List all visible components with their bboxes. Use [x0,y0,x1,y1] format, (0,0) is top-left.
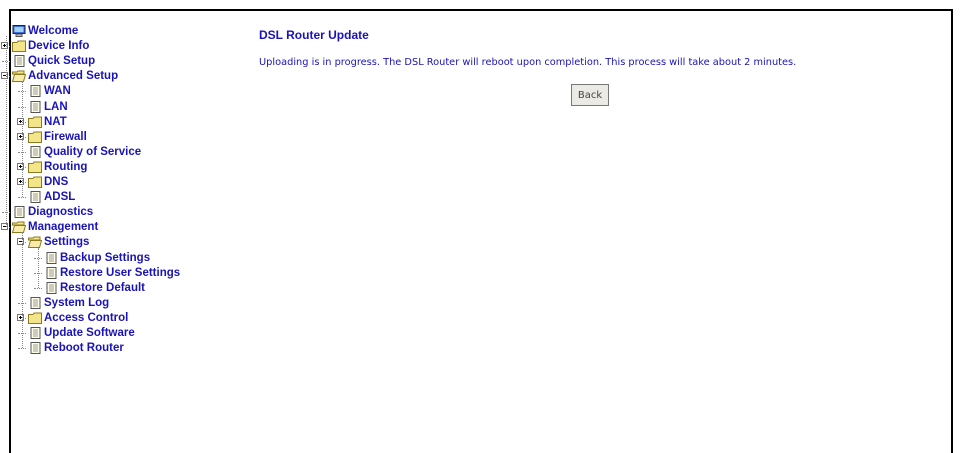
page-icon [44,266,58,279]
tree-guide-line [22,81,23,198]
page-icon [28,296,42,309]
nav-item-label: Diagnostics [28,206,94,219]
nav-item-label: Routing [44,160,88,173]
nav-item-label: Update Software [44,327,135,339]
nav-item-label: DNS [44,176,69,188]
folder-icon [28,131,42,143]
folder-icon [12,40,26,53]
nav-item-label: Backup Settings [60,251,151,264]
folder-open-icon [11,70,27,83]
nav-item-label: Device Info [28,40,90,53]
nav-item-label: Restore User Settings [60,266,181,279]
nav-item-label: Quality of Service [44,145,142,158]
tree-guide-line [6,36,7,228]
nav-item-label: LAN [44,100,68,113]
tree-guide-line [38,247,39,288]
page-icon [28,85,42,98]
tree-guide-line [22,232,23,349]
page-icon [44,281,58,294]
folder-icon [28,161,42,173]
status-message: Uploading is in progress. The DSL Router… [259,57,797,68]
nav-item-label: Management [28,221,99,234]
computer-icon [12,25,26,37]
page-frame [9,9,953,453]
folder-icon [28,176,42,188]
nav-item-label: Settings [44,236,90,249]
nav-item-label: Reboot Router [44,342,124,355]
nav-item-label: System Log [44,296,110,309]
folder-open-icon [27,236,43,249]
folder-icon [28,312,42,324]
page-title: DSL Router Update [259,28,369,42]
nav-item-label: ADSL [44,191,76,204]
page-icon [12,55,26,68]
nav-item-label: Access Control [44,311,129,324]
page-icon [12,206,26,219]
nav-item-label: NAT [44,115,67,128]
page-icon [28,191,42,204]
back-button[interactable]: Back [571,84,609,106]
folder-icon [28,116,42,128]
page-icon [28,100,42,113]
nav-item-label: WAN [44,85,71,98]
page-icon [28,145,42,158]
tree-connector [18,348,26,350]
nav-item-label: Advanced Setup [28,70,119,83]
folder-open-icon [11,221,27,234]
tree-connector [34,287,42,289]
page-icon [44,251,58,264]
tree-connector [18,197,26,199]
nav-item-label: Restore Default [60,281,145,294]
nav-item-label: Quick Setup [28,55,96,68]
nav-item-label: Firewall [44,130,87,143]
page-icon [28,342,42,355]
nav-item-label: Welcome [28,25,79,37]
page-icon [28,327,42,339]
